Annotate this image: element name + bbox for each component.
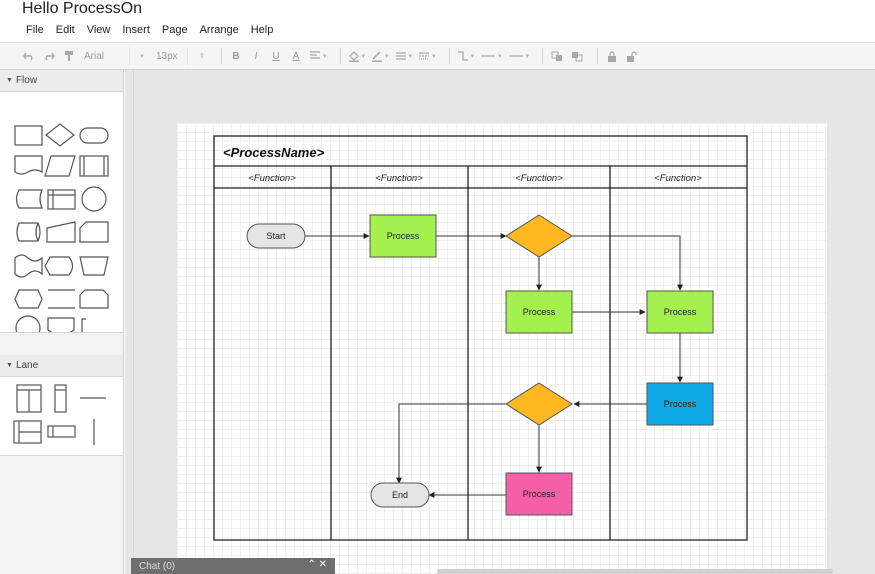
- undo-icon[interactable]: [22, 47, 36, 65]
- connector-type-icon[interactable]: ▾: [457, 47, 474, 65]
- off-page-reference-shape-icon[interactable]: [47, 317, 75, 332]
- shape-library-sidebar: ▼ Flow ▼ Lane: [0, 70, 124, 574]
- connectors: [305, 233, 683, 498]
- fill-color-icon[interactable]: ▾: [348, 47, 365, 65]
- flow-section-header[interactable]: ▼ Flow: [0, 70, 123, 92]
- lane-header-3[interactable]: <Function>: [515, 173, 563, 184]
- parallel-mode-shape-icon[interactable]: [48, 289, 75, 309]
- menu-arrange[interactable]: Arrange: [194, 24, 245, 40]
- font-family-value: Arial: [84, 50, 105, 62]
- lane-header-4[interactable]: <Function>: [654, 173, 702, 184]
- card-shape-icon[interactable]: [79, 221, 109, 243]
- start-node-label: Start: [266, 231, 286, 241]
- process-node-2-label: Process: [523, 307, 556, 317]
- vertical-lane-shape-icon[interactable]: [54, 384, 67, 413]
- underline-button[interactable]: U: [269, 47, 283, 65]
- chat-label: Chat (0): [139, 560, 176, 572]
- align-icon[interactable]: ▾: [309, 47, 327, 65]
- unlock-icon[interactable]: [625, 47, 639, 65]
- font-size-value: 13px: [156, 50, 178, 62]
- loop-limit-shape-icon[interactable]: [79, 289, 109, 309]
- chat-controls: ⌃ ✕: [307, 559, 327, 570]
- on-page-reference-shape-icon[interactable]: [15, 315, 41, 332]
- process-node-5-label: Process: [523, 489, 556, 499]
- font-family-select[interactable]: Arial: [82, 47, 130, 65]
- decision-shape-icon[interactable]: [45, 123, 75, 147]
- connector-decision-lane4[interactable]: [572, 235, 683, 291]
- italic-button[interactable]: I: [249, 47, 263, 65]
- decision-node-1[interactable]: [505, 214, 573, 258]
- close-icon[interactable]: ✕: [319, 559, 327, 570]
- menu-edit[interactable]: Edit: [50, 24, 81, 40]
- menu-file[interactable]: File: [20, 24, 50, 40]
- font-size-stepper-icon[interactable]: ⇕: [194, 47, 208, 65]
- canvas-ruler-line: [133, 70, 134, 574]
- line-style-icon[interactable]: ▾: [418, 47, 436, 65]
- document-title[interactable]: Hello ProcessOn: [22, 0, 142, 18]
- font-size-select[interactable]: 13px: [154, 47, 188, 65]
- menu-view[interactable]: View: [81, 24, 117, 40]
- manual-input-shape-icon[interactable]: [46, 221, 76, 243]
- line-color-icon[interactable]: ▾: [371, 47, 389, 65]
- chat-panel-bar[interactable]: Chat (0) ⌃ ✕: [131, 558, 335, 574]
- horizontal-scrollbar[interactable]: [437, 569, 833, 574]
- toolbar-divider: [339, 48, 341, 64]
- swimlane-diagram: <ProcessName> <Function> <Function> <Fun…: [213, 135, 748, 541]
- collapse-triangle-icon: ▼: [6, 77, 13, 84]
- rectangle-shape-icon[interactable]: [14, 125, 43, 146]
- display-shape-icon[interactable]: [44, 256, 74, 276]
- diagram-page[interactable]: <ProcessName> <Function> <Function> <Fun…: [177, 123, 827, 574]
- data-shape-icon[interactable]: [44, 155, 76, 177]
- connector-decision-end[interactable]: [396, 403, 506, 484]
- lane-section-header[interactable]: ▼ Lane: [0, 355, 123, 377]
- pool-title[interactable]: <ProcessName>: [223, 145, 325, 160]
- decision-node-2[interactable]: [505, 382, 573, 426]
- chevron-up-icon[interactable]: ⌃: [307, 559, 315, 570]
- font-color-button[interactable]: A: [289, 47, 303, 65]
- format-toolbar: Arial ▾ 13px ⇕ B I U A ▾ ▾ ▾ ▾ ▾ ▾ ▾ ▾: [0, 42, 875, 70]
- connector-shape-icon[interactable]: [81, 186, 107, 212]
- menu-page[interactable]: Page: [156, 24, 194, 40]
- menu-help[interactable]: Help: [245, 24, 280, 40]
- document-shape-icon[interactable]: [14, 155, 43, 175]
- toolbar-divider: [597, 48, 599, 64]
- process-node-3-label: Process: [664, 307, 697, 317]
- toolbar-divider: [221, 48, 222, 64]
- line-start-icon[interactable]: ▾: [480, 47, 502, 65]
- format-painter-icon[interactable]: [62, 47, 76, 65]
- menu-insert[interactable]: Insert: [116, 24, 156, 40]
- collapse-triangle-icon: ▼: [6, 362, 13, 369]
- punched-tape-shape-icon[interactable]: [14, 254, 43, 278]
- end-node-label: End: [392, 490, 408, 500]
- process-node-4-label: Process: [664, 399, 697, 409]
- app-window: Hello ProcessOn File Edit View Insert Pa…: [0, 0, 875, 574]
- menu-bar: File Edit View Insert Page Arrange Help: [20, 24, 279, 40]
- preparation-shape-icon[interactable]: [14, 289, 43, 309]
- internal-storage-shape-icon[interactable]: [47, 189, 76, 210]
- font-family-dropdown-icon[interactable]: ▾: [134, 47, 148, 65]
- terminator-shape-icon[interactable]: [79, 127, 109, 144]
- lane-header-2[interactable]: <Function>: [375, 173, 423, 184]
- toolbar-divider: [542, 48, 544, 64]
- flow-shapes-panel: [0, 92, 123, 333]
- line-end-icon[interactable]: ▾: [508, 47, 529, 65]
- toolbar-divider: [448, 48, 450, 64]
- stored-data-shape-icon[interactable]: [15, 189, 43, 209]
- lane-section-title: Lane: [15, 360, 39, 371]
- annotation-shape-icon[interactable]: [81, 318, 86, 332]
- lane-shapes-panel: [0, 377, 123, 456]
- pool-frame[interactable]: [213, 135, 748, 541]
- send-back-icon[interactable]: [570, 47, 584, 65]
- line-width-icon[interactable]: ▾: [395, 47, 412, 65]
- lane-header-1[interactable]: <Function>: [248, 173, 296, 184]
- flow-section-title: Flow: [15, 75, 38, 86]
- bold-button[interactable]: B: [229, 47, 243, 65]
- horizontal-lane-shape-icon[interactable]: [47, 425, 76, 438]
- lock-icon[interactable]: [605, 47, 619, 65]
- redo-icon[interactable]: [42, 47, 56, 65]
- bring-front-icon[interactable]: [550, 47, 564, 65]
- manual-operation-shape-icon[interactable]: [79, 256, 109, 276]
- process-node-1-label: Process: [387, 231, 420, 241]
